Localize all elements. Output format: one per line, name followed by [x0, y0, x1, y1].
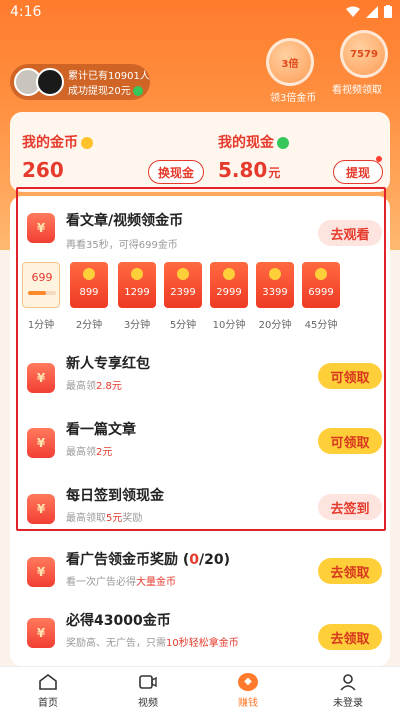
wechat-icon — [132, 86, 143, 96]
wifi-icon — [346, 6, 360, 17]
wechat-icon — [277, 137, 289, 149]
notification-dot — [376, 156, 382, 162]
red-envelope-icon: ¥ — [21, 614, 61, 652]
withdraw-button[interactable]: 提现 — [333, 160, 383, 184]
exchange-cash-button[interactable]: 换现金 — [148, 160, 204, 184]
cash-value: 5.80 — [218, 158, 268, 182]
triple-coins-caption: 领3倍金币 — [270, 93, 317, 104]
watch-video-button[interactable]: 7579 — [340, 30, 388, 78]
tab-earn[interactable]: ◆ 赚钱 — [218, 673, 278, 709]
coin-icon — [81, 137, 93, 149]
bottom-tab-bar: 首页 视频 ◆ 赚钱 未登录 — [0, 666, 400, 710]
battery-icon — [384, 5, 392, 18]
task-title: 必得43000金币 — [66, 613, 171, 629]
stats-line-2: 成功提现20元 — [68, 86, 131, 97]
tab-video[interactable]: 视频 — [118, 673, 178, 709]
cash-label: 我的现金 — [218, 135, 274, 151]
user-icon — [340, 674, 356, 691]
stats-line-1: 累计已有10901人 — [68, 71, 150, 82]
task-title: 看广告领金币奖励 (0/20) — [66, 552, 231, 568]
tab-home[interactable]: 首页 — [18, 673, 78, 709]
signal-icon — [366, 5, 378, 18]
user-avatars — [14, 68, 66, 96]
video-icon — [139, 675, 157, 689]
highlight-frame — [16, 187, 386, 531]
tab-profile[interactable]: 未登录 — [318, 673, 378, 709]
home-icon — [39, 674, 57, 690]
status-time: 4:16 — [10, 4, 42, 20]
triple-coins-button[interactable]: 3倍 — [266, 38, 314, 86]
coins-value: 260 — [22, 158, 64, 182]
watch-video-caption: 看视频领取 — [332, 85, 382, 96]
red-envelope-icon: ¥ — [21, 553, 61, 591]
claim-button[interactable]: 去领取 — [318, 558, 382, 584]
coins-label: 我的金币 — [22, 135, 78, 151]
status-bar: 4:16 — [0, 0, 400, 26]
cash-unit: 元 — [268, 166, 281, 180]
coin-bag-icon: ◆ — [238, 673, 258, 691]
claim-button[interactable]: 去领取 — [318, 624, 382, 650]
avatar — [36, 68, 64, 96]
wallet-card: 我的金币 260 换现金 我的现金 5.80元 提现 — [10, 112, 390, 192]
